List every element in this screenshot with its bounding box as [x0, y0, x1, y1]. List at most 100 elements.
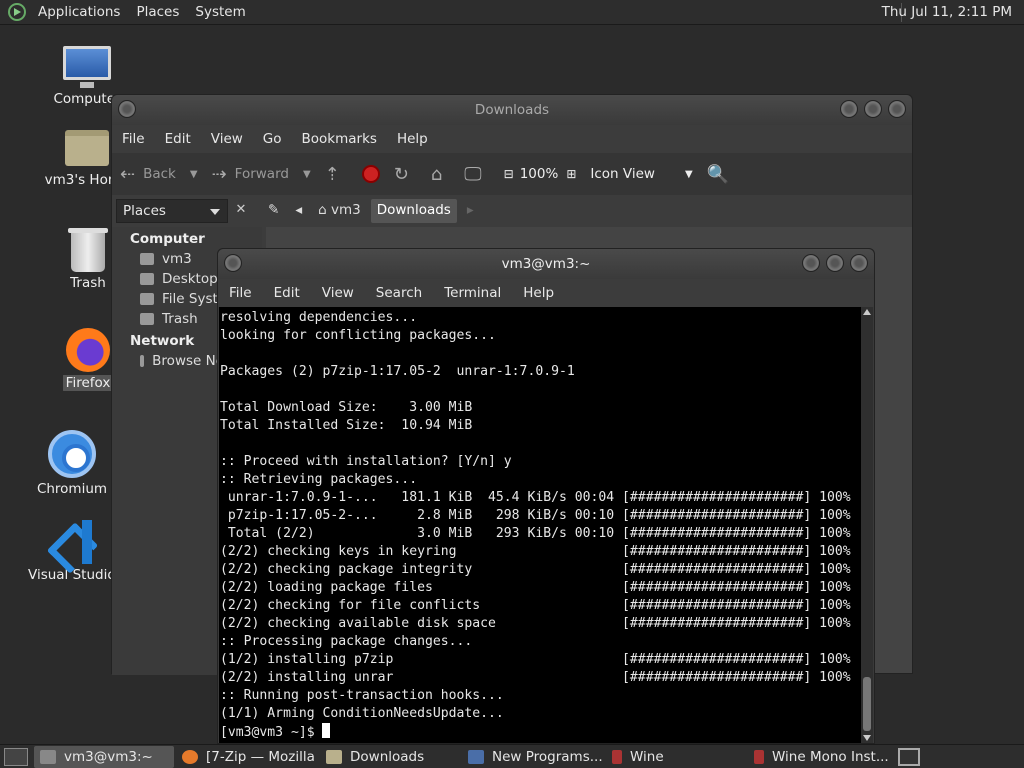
- minimize-button[interactable]: [840, 100, 858, 118]
- firefox-icon: [182, 749, 198, 764]
- distro-logo-icon[interactable]: [8, 3, 26, 21]
- places-menu[interactable]: Places: [128, 4, 187, 20]
- minimize-button[interactable]: [802, 254, 820, 272]
- chevron-down-icon[interactable]: ▼: [303, 169, 311, 180]
- zoom-in-icon[interactable]: ⊞: [566, 167, 576, 181]
- home-icon: [140, 253, 154, 265]
- menu-search[interactable]: Search: [365, 285, 433, 301]
- maximize-button[interactable]: [864, 100, 882, 118]
- firefox-icon: [66, 328, 110, 372]
- show-desktop-button[interactable]: [4, 747, 28, 766]
- task-downloads[interactable]: Downloads: [320, 746, 460, 768]
- zoom-out-icon[interactable]: ⊟: [504, 167, 514, 181]
- chevron-left-icon[interactable]: ◂: [289, 199, 308, 223]
- breadcrumb-downloads[interactable]: Downloads: [370, 199, 457, 223]
- terminal-menubar: File Edit View Search Terminal Help: [218, 279, 874, 307]
- sidebar-header-computer: Computer: [130, 231, 205, 247]
- close-button[interactable]: [888, 100, 906, 118]
- scrollbar-thumb[interactable]: [863, 677, 871, 731]
- forward-arrow-icon: ⇢: [211, 163, 227, 185]
- folder-icon: [326, 749, 342, 764]
- back-button[interactable]: ⇠ Back ▼: [120, 164, 198, 185]
- menu-edit[interactable]: Edit: [155, 131, 201, 147]
- up-arrow-icon: ⇡: [324, 163, 340, 185]
- task-wine-mono[interactable]: Wine Mono Inst...: [748, 746, 890, 768]
- menu-bookmarks[interactable]: Bookmarks: [292, 131, 387, 147]
- computer-button[interactable]: 🖵: [464, 164, 489, 185]
- home-button[interactable]: ⌂: [431, 164, 450, 185]
- top-panel: Applications Places System Thu Jul 11, 2…: [0, 0, 1024, 25]
- terminal-output[interactable]: resolving dependencies... looking for co…: [219, 307, 861, 743]
- task-wine[interactable]: Wine: [606, 746, 746, 768]
- zoom-control[interactable]: ⊟ 100% ⊞: [504, 166, 577, 182]
- task-terminal[interactable]: vm3@vm3:~: [34, 745, 174, 768]
- menu-edit[interactable]: Edit: [263, 285, 311, 301]
- network-icon: [140, 355, 145, 367]
- scroll-down-icon[interactable]: [863, 735, 871, 741]
- terminal-scrollbar[interactable]: [861, 307, 873, 743]
- stop-icon: [361, 165, 380, 183]
- forward-button[interactable]: ⇢ Forward ▼: [212, 164, 311, 185]
- menu-help[interactable]: Help: [512, 285, 565, 301]
- menu-file[interactable]: File: [112, 131, 155, 147]
- path-bar: Places ✕ ✎ ◂ ⌂ vm3 Downloads ▸: [112, 195, 912, 227]
- stop-button[interactable]: [361, 165, 380, 183]
- computer-icon: 🖵: [464, 163, 482, 185]
- menu-view[interactable]: View: [311, 285, 365, 301]
- wine-program-icon: [468, 749, 484, 764]
- home-folder-icon: [65, 130, 109, 166]
- menu-go[interactable]: Go: [253, 131, 292, 147]
- menu-view[interactable]: View: [201, 131, 253, 147]
- trash-icon: [68, 228, 108, 272]
- terminal-prompt: [vm3@vm3 ~]$: [220, 725, 323, 740]
- bottom-panel: vm3@vm3:~ [7-Zip — Mozilla Firefox] Down…: [0, 744, 1024, 768]
- file-manager-titlebar[interactable]: Downloads: [112, 95, 912, 125]
- view-mode-select[interactable]: Icon View ▼: [590, 166, 692, 182]
- scroll-up-icon[interactable]: [863, 309, 871, 315]
- chevron-down-icon[interactable]: ▼: [190, 169, 198, 180]
- places-dropdown[interactable]: Places: [116, 199, 228, 223]
- maximize-button[interactable]: [826, 254, 844, 272]
- window-menu-button[interactable]: [118, 100, 136, 118]
- wine-glass-icon: [754, 749, 764, 764]
- edit-location-icon[interactable]: ✎: [262, 199, 285, 223]
- menu-help[interactable]: Help: [387, 131, 438, 147]
- window-title: vm3@vm3:~: [501, 256, 591, 272]
- terminal-titlebar[interactable]: vm3@vm3:~: [218, 249, 874, 279]
- file-manager-toolbar: ⇠ Back ▼ ⇢ Forward ▼ ⇡ ↻ ⌂ 🖵 ⊟ 100% ⊞ Icon Vie…: [112, 153, 912, 195]
- chevron-down-icon: ▼: [684, 168, 693, 180]
- window-title: Downloads: [474, 102, 550, 118]
- text-cursor: [322, 723, 331, 738]
- file-manager-menubar: File Edit View Go Bookmarks Help: [112, 125, 912, 153]
- terminal-icon: [40, 749, 56, 764]
- terminal-text: resolving dependencies... looking for co…: [220, 310, 851, 721]
- terminal-window[interactable]: vm3@vm3:~ File Edit View Search Terminal…: [217, 248, 875, 744]
- trash-icon: [140, 313, 154, 325]
- chromium-icon: [48, 430, 96, 478]
- search-button[interactable]: 🔍: [707, 164, 737, 185]
- task-new-programs[interactable]: New Programs...: [462, 746, 604, 768]
- reload-button[interactable]: ↻: [394, 164, 417, 185]
- task-firefox[interactable]: [7-Zip — Mozilla Firefox]: [176, 746, 318, 768]
- back-arrow-icon: ⇠: [120, 163, 136, 185]
- menu-terminal[interactable]: Terminal: [433, 285, 512, 301]
- wine-glass-icon: [612, 749, 622, 764]
- up-button[interactable]: ⇡: [325, 164, 348, 185]
- drive-icon: [140, 293, 154, 305]
- close-sidebar-icon[interactable]: ✕: [230, 199, 252, 223]
- search-icon: 🔍: [706, 163, 730, 185]
- reload-icon: ↻: [393, 163, 409, 185]
- home-icon: ⌂: [318, 202, 331, 218]
- window-menu-button[interactable]: [224, 254, 242, 272]
- clock[interactable]: Thu Jul 11, 2:11 PM: [882, 4, 1012, 20]
- computer-icon: [63, 46, 111, 88]
- workspace-switcher[interactable]: [898, 747, 920, 766]
- applications-menu[interactable]: Applications: [30, 4, 128, 20]
- system-menu[interactable]: System: [187, 4, 253, 20]
- menu-file[interactable]: File: [218, 285, 263, 301]
- chevron-right-icon[interactable]: ▸: [461, 199, 480, 223]
- breadcrumb-vm3[interactable]: ⌂ vm3: [312, 199, 367, 223]
- home-icon: ⌂: [430, 163, 443, 185]
- close-button[interactable]: [850, 254, 868, 272]
- desktop-icon: [140, 273, 154, 285]
